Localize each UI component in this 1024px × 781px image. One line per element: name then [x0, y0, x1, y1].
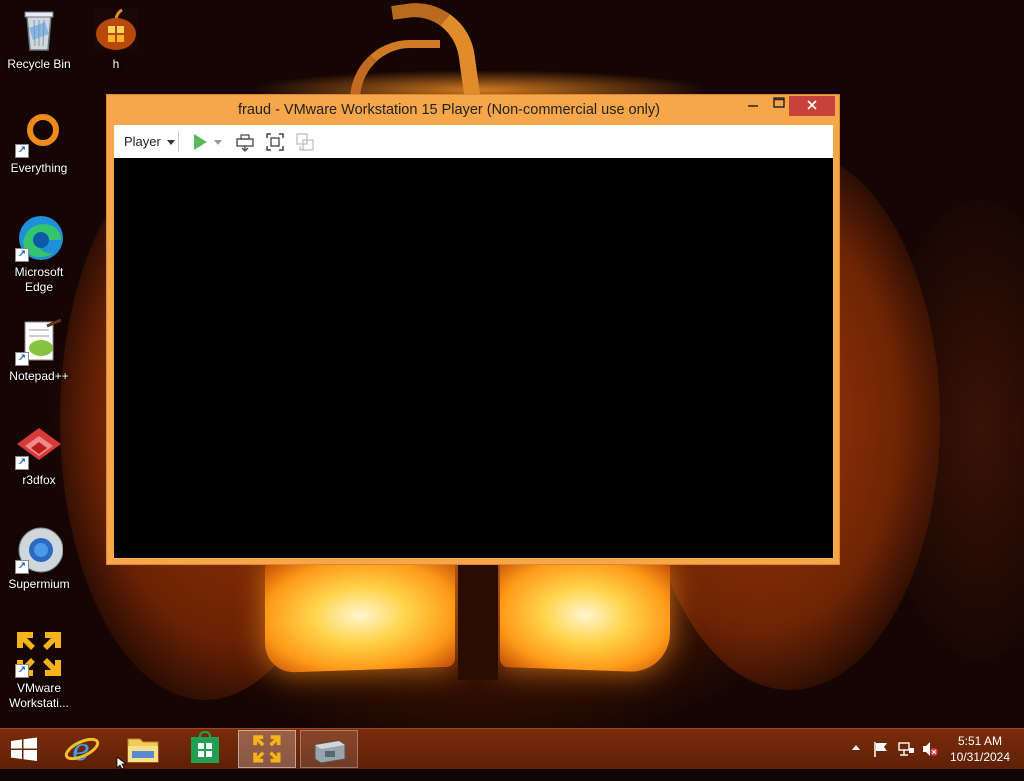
- desktop-icon-label: r3dfox: [22, 473, 56, 487]
- action-center-button[interactable]: [872, 740, 890, 780]
- store-icon: [191, 730, 219, 763]
- window-title: fraud - VMware Workstation 15 Player (No…: [238, 102, 660, 118]
- window-title-bar[interactable]: fraud - VMware Workstation 15 Player (No…: [107, 95, 839, 125]
- power-on-button[interactable]: [190, 132, 210, 152]
- vmware-icon: ↗: [15, 630, 63, 678]
- desktop-icon-h[interactable]: h: [79, 6, 153, 72]
- keyboard-send-icon: [236, 134, 254, 152]
- toolbar-separator: [178, 131, 179, 152]
- show-hidden-icons-button[interactable]: [850, 741, 862, 781]
- play-icon: [194, 134, 207, 150]
- windows-start-icon: [11, 737, 37, 761]
- vmware-icon: [253, 735, 281, 763]
- desktop-icon-supermium[interactable]: ↗ Supermium: [2, 526, 76, 592]
- maximize-icon: [773, 97, 785, 108]
- shortcut-arrow-icon: ↗: [15, 560, 29, 574]
- vm-toolbar: Player: [114, 125, 833, 158]
- volume-button[interactable]: [921, 740, 939, 780]
- close-icon: [807, 100, 817, 110]
- taskbar-internet-explorer[interactable]: e: [52, 729, 110, 769]
- desktop-icon-label: VMware Workstati...: [9, 681, 69, 710]
- supermium-icon: ↗: [15, 526, 64, 574]
- desktop-icon-label: Microsoft Edge: [14, 265, 64, 294]
- power-options-dropdown[interactable]: [213, 132, 225, 152]
- action-center-flag-icon: [874, 742, 887, 757]
- chevron-down-icon: [214, 140, 222, 145]
- send-ctrl-alt-del-button[interactable]: [235, 132, 255, 152]
- recycle-bin-icon: [15, 6, 63, 54]
- desktop-icon-label: Supermium: [8, 577, 70, 591]
- clock-time: 5:51 AM: [957, 734, 1003, 748]
- notepadpp-icon: ↗: [15, 318, 63, 366]
- fullscreen-icon: [266, 133, 284, 151]
- shortcut-arrow-icon: ↗: [15, 664, 29, 678]
- unity-icon: [296, 133, 314, 151]
- pumpkin-image-icon: [92, 6, 140, 54]
- ie-icon: e: [64, 733, 100, 768]
- clock-date: 10/31/2024: [949, 750, 1011, 764]
- shortcut-arrow-icon: ↗: [15, 456, 29, 470]
- full-screen-button[interactable]: [265, 132, 285, 152]
- desktop-icon-r3dfox[interactable]: ↗ r3dfox: [2, 422, 76, 488]
- everything-search-icon: ↗: [15, 110, 63, 158]
- desktop-icon-label: Notepad++: [9, 369, 69, 383]
- player-menu-label: Player: [124, 134, 161, 149]
- taskbar-store[interactable]: [176, 729, 234, 769]
- minimize-icon: [748, 105, 758, 107]
- svg-text:e: e: [72, 733, 90, 768]
- unity-button[interactable]: [295, 132, 315, 152]
- taskbar-vmware-player[interactable]: [238, 730, 296, 768]
- taskbar-clock[interactable]: 5:51 AM 10/31/2024: [940, 733, 1020, 765]
- desktop-icon-label: h: [112, 57, 120, 71]
- network-button[interactable]: [897, 740, 915, 780]
- installer-icon: [314, 740, 346, 764]
- shortcut-arrow-icon: ↗: [15, 248, 29, 262]
- shortcut-arrow-icon: ↗: [15, 352, 29, 366]
- desktop-icon-edge[interactable]: ↗ Microsoft Edge: [2, 214, 76, 295]
- edge-icon: ↗: [15, 214, 63, 262]
- mouse-cursor-icon: [116, 756, 128, 774]
- vm-display[interactable]: [114, 158, 833, 558]
- desktop-icon-label: Recycle Bin: [7, 57, 71, 71]
- shortcut-arrow-icon: ↗: [15, 144, 29, 158]
- taskbar-installer[interactable]: [300, 730, 358, 768]
- chevron-down-icon: [167, 140, 176, 145]
- volume-muted-icon: [923, 742, 938, 756]
- taskbar: e 5:51 AM 10/31/2024: [0, 728, 1024, 769]
- desktop-icon-recycle-bin[interactable]: Recycle Bin: [2, 6, 76, 72]
- desktop-icon-notepadpp[interactable]: ↗ Notepad++: [2, 318, 76, 384]
- network-icon: [898, 742, 914, 756]
- chevron-up-icon: [852, 745, 860, 750]
- close-button[interactable]: [789, 96, 835, 116]
- desktop-icon-label: Everything: [10, 161, 68, 175]
- desktop-icon-everything[interactable]: ↗ Everything: [2, 110, 76, 176]
- r3dfox-icon: ↗: [15, 422, 63, 470]
- start-button[interactable]: [0, 729, 48, 769]
- vmware-player-window[interactable]: fraud - VMware Workstation 15 Player (No…: [106, 94, 840, 565]
- desktop-icon-vmware[interactable]: ↗ VMware Workstati...: [2, 630, 76, 711]
- minimize-button[interactable]: [739, 96, 767, 116]
- player-menu[interactable]: Player: [124, 132, 176, 151]
